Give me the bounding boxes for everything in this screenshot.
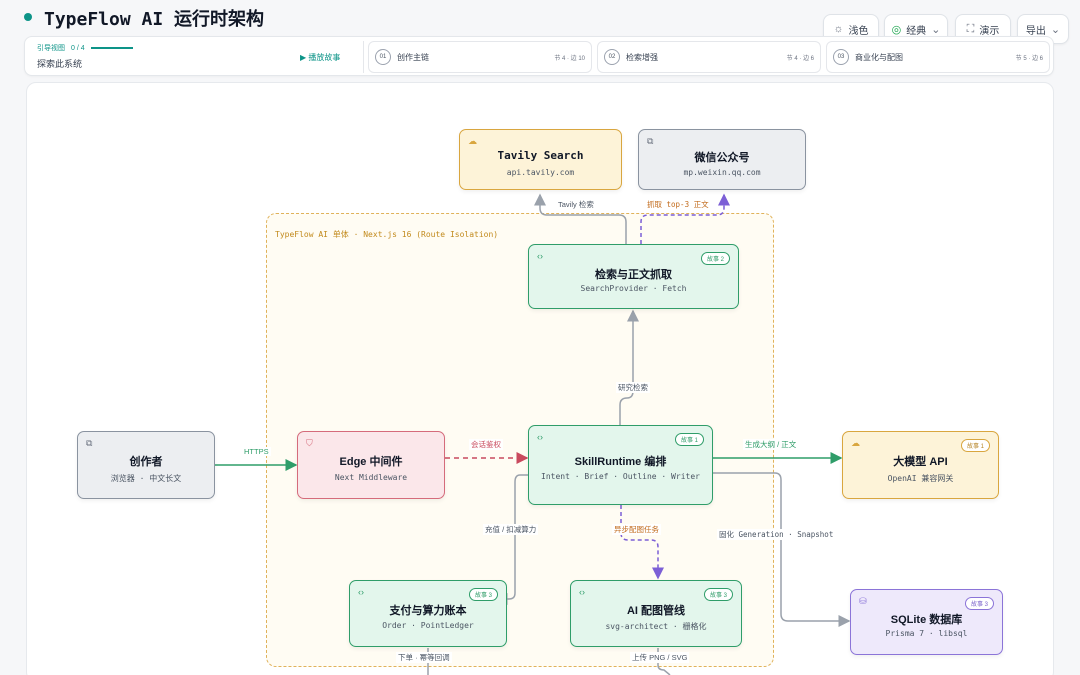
story-badge: 故事 1 (674, 433, 704, 446)
cloud-icon: ☁ (468, 136, 477, 146)
edge-label-order: 下单 · 幂等回调 (396, 652, 452, 663)
node-title: 大模型 API (893, 456, 948, 468)
node-image-pipeline[interactable]: ‹› 故事 3 AI 配图管线 svg-architect · 栅格化 (570, 580, 742, 647)
node-subtitle: Intent · Brief · Outline · Writer (541, 472, 700, 481)
node-sqlite[interactable]: ⛁ 故事 3 SQLite 数据库 Prisma 7 · libsql (850, 589, 1003, 655)
code-icon: ‹› (579, 587, 585, 597)
node-title: Edge 中间件 (339, 456, 403, 468)
edge-label-tavily-search: Tavily 检索 (556, 199, 596, 210)
edge-label-https: HTTPS (242, 447, 271, 456)
code-icon: ‹› (537, 432, 543, 442)
external-icon: ⧉ (86, 438, 93, 448)
edge-label-async-job: 异步配图任务 (612, 524, 661, 535)
node-title: SkillRuntime 编排 (574, 456, 667, 468)
node-tavily[interactable]: ☁ Tavily Search api.tavily.com (459, 129, 622, 190)
node-llm-api[interactable]: ☁ 故事 1 大模型 API OpenAI 兼容网关 (842, 431, 999, 499)
node-title: Tavily Search (497, 149, 584, 162)
node-retrieval[interactable]: ‹› 故事 2 检索与正文抓取 SearchProvider · Fetch (528, 244, 739, 309)
story-badge: 故事 3 (703, 588, 733, 601)
story-badge: 故事 3 (468, 588, 498, 601)
edge-label-fetch-top3: 抓取 top-3 正文 (645, 199, 711, 210)
node-subtitle: api.tavily.com (506, 168, 575, 177)
node-title: 创作者 (129, 456, 163, 468)
node-subtitle: mp.weixin.qq.com (683, 168, 761, 177)
external-icon: ⧉ (647, 136, 654, 146)
node-title: SQLite 数据库 (890, 614, 963, 626)
node-skill-runtime[interactable]: ‹› 故事 1 SkillRuntime 编排 Intent · Brief ·… (528, 425, 713, 505)
node-subtitle: OpenAI 兼容网关 (887, 474, 954, 483)
node-subtitle: Order · PointLedger (382, 621, 474, 630)
story-badge: 故事 3 (964, 597, 994, 610)
node-subtitle: Next Middleware (334, 473, 408, 482)
edge-async-job (620, 505, 664, 580)
edge-label-upload: 上传 PNG / SVG (630, 652, 690, 663)
story-badge: 故事 2 (700, 252, 730, 265)
code-icon: ‹› (537, 251, 543, 261)
node-edge-middleware[interactable]: ⛉ Edge 中间件 Next Middleware (297, 431, 445, 499)
story-badge: 故事 1 (960, 439, 990, 452)
edge-label-recharge: 充值 / 扣减算力 (483, 524, 539, 535)
node-title: 检索与正文抓取 (595, 269, 672, 281)
edge-label-persist: 固化 Generation · Snapshot (717, 529, 836, 540)
node-wechat[interactable]: ⧉ 微信公众号 mp.weixin.qq.com (638, 129, 806, 190)
shield-icon: ⛉ (306, 438, 313, 448)
node-subtitle: svg-architect · 栅格化 (605, 622, 707, 631)
edge-label-generate: 生成大纲 / 正文 (743, 439, 799, 450)
code-icon: ‹› (358, 587, 364, 597)
edge-label-session: 会话鉴权 (469, 439, 503, 450)
node-payment[interactable]: ‹› 故事 3 支付与算力账本 Order · PointLedger (349, 580, 507, 647)
node-author[interactable]: ⧉ 创作者 浏览器 · 中文长文 (77, 431, 215, 499)
node-title: 支付与算力账本 (389, 605, 467, 617)
edge-research (619, 309, 639, 425)
node-subtitle: SearchProvider · Fetch (580, 284, 687, 293)
node-subtitle: Prisma 7 · libsql (885, 629, 968, 638)
edges-layer (215, 193, 851, 675)
node-subtitle: 浏览器 · 中文长文 (110, 474, 182, 483)
edge-label-research: 研究检索 (616, 382, 650, 393)
node-title: 微信公众号 (694, 152, 750, 164)
database-icon: ⛁ (859, 596, 867, 606)
node-title: AI 配图管线 (626, 605, 686, 617)
cloud-icon: ☁ (851, 438, 860, 448)
